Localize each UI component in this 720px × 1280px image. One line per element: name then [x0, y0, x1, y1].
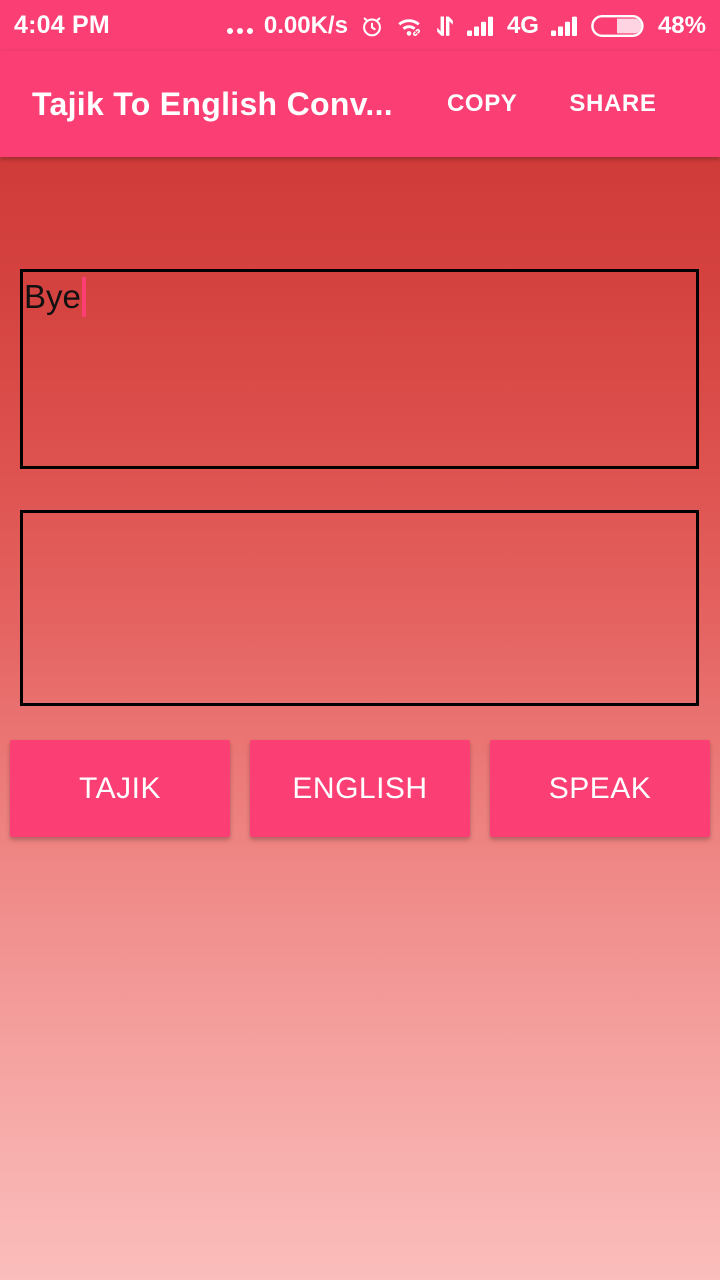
- network-speed-label: 0.00K/s: [263, 11, 348, 39]
- signal-bars-icon: [466, 14, 496, 38]
- more-dots-icon: [226, 15, 253, 37]
- app-bar: Tajik To English Conv... COPY SHARE: [0, 51, 720, 157]
- battery-icon: [591, 12, 647, 40]
- battery-percent-label: 48%: [657, 11, 706, 39]
- status-icons-group: 0.00K/s 4G 48%: [226, 11, 706, 40]
- source-text-input[interactable]: [20, 269, 699, 469]
- english-button[interactable]: ENGLISH: [250, 740, 470, 837]
- action-button-row: TAJIK ENGLISH SPEAK: [0, 740, 720, 838]
- app-screen: 4:04 PM 0.00K/s 4G 48% Tajik To English …: [0, 0, 720, 1280]
- data-transfer-arrows-icon: [435, 14, 455, 38]
- share-button[interactable]: SHARE: [567, 82, 658, 126]
- status-bar: 4:04 PM 0.00K/s 4G 48%: [0, 0, 720, 51]
- copy-button[interactable]: COPY: [445, 82, 519, 126]
- speak-button[interactable]: SPEAK: [490, 740, 710, 837]
- wifi-icon: [396, 14, 424, 38]
- status-clock: 4:04 PM: [14, 11, 110, 39]
- network-type-label: 4G: [506, 11, 539, 39]
- signal-bars-icon: [550, 14, 580, 38]
- translated-text-output[interactable]: [20, 510, 699, 706]
- page-title: Tajik To English Conv...: [32, 85, 393, 122]
- tajik-button[interactable]: TAJIK: [10, 740, 230, 837]
- alarm-clock-icon: [359, 13, 385, 39]
